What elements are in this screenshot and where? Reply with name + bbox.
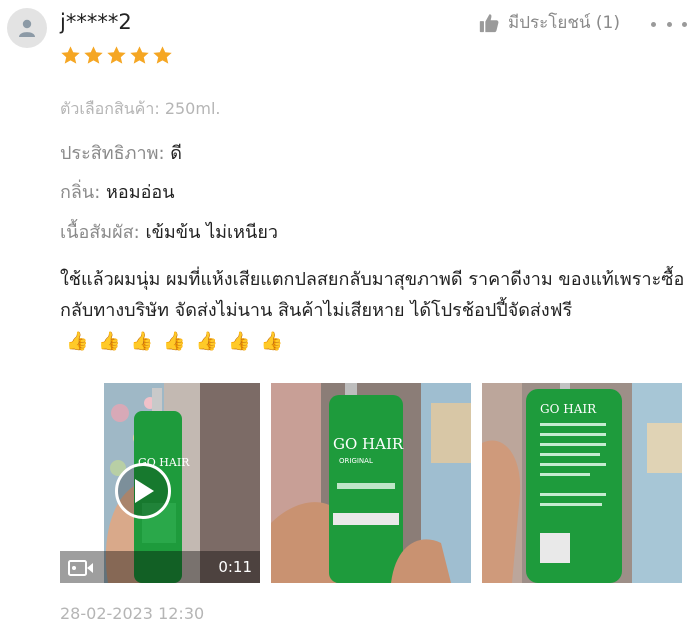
thumbs-up-icon (479, 14, 499, 33)
attribute-label: กลิ่น: (60, 182, 101, 203)
bottle-brand-text: GO HAIR (333, 435, 404, 453)
attribute-label: ประสิทธิภาพ: (60, 143, 165, 164)
product-variation: ตัวเลือกสินค้า: 250ml. (60, 99, 221, 118)
helpful-label: มีประโยชน์ (1) (508, 13, 620, 33)
star-icon (61, 46, 80, 64)
review-video-thumbnail[interactable]: GO HAIR 0:11 (60, 383, 260, 583)
attribute-value: หอมอ่อน (106, 182, 175, 203)
bottle-brand-text: GO HAIR (540, 402, 597, 416)
review-date: 28-02-2023 12:30 (60, 604, 205, 623)
video-camera-icon (68, 560, 93, 576)
bottle-sub-text: ORIGINAL (339, 457, 373, 465)
star-icon (130, 46, 149, 64)
review-photo-image: GO HAIR (482, 383, 682, 583)
rating-stars (60, 45, 173, 66)
play-icon (135, 479, 154, 503)
attribute-value: ดี (170, 143, 182, 164)
star-icon (84, 46, 103, 64)
review-comment: ใช้แล้วผมนุ่ม ผมที่แห้งเสียแตกปลสยกลับมา… (60, 264, 690, 357)
avatar[interactable] (7, 8, 47, 48)
star-icon (107, 46, 126, 64)
video-duration: 0:11 (218, 558, 252, 576)
play-button[interactable] (115, 463, 171, 519)
more-options-button[interactable] (651, 17, 687, 31)
attribute-value: เข้มข้น ไม่เหนียว (145, 222, 279, 243)
more-horizontal-icon (651, 21, 656, 27)
attribute-label: เนื้อสัมผัส: (60, 222, 140, 243)
reviewer-username: j*****2 (60, 10, 132, 34)
helpful-button[interactable]: มีประโยชน์ (1) (478, 11, 620, 35)
review-photo-thumbnail[interactable]: GO HAIR (482, 383, 682, 583)
star-icon (153, 46, 172, 64)
user-silhouette-icon (19, 19, 35, 37)
review-photo-image: GO HAIR ORIGINAL (271, 383, 471, 583)
thumbs-emoji: 👍👍👍👍👍👍👍 (66, 331, 293, 352)
review-photo-thumbnail[interactable]: GO HAIR ORIGINAL (271, 383, 471, 583)
video-info-bar: 0:11 (60, 551, 260, 583)
attribute-scent: กลิ่น: หอมอ่อน (60, 180, 175, 206)
attribute-texture: เนื้อสัมผัส: เข้มข้น ไม่เหนียว (60, 220, 278, 246)
review-comment-text: ใช้แล้วผมนุ่ม ผมที่แห้งเสียแตกปลสยกลับมา… (60, 269, 685, 321)
attribute-effectiveness: ประสิทธิภาพ: ดี (60, 141, 182, 167)
